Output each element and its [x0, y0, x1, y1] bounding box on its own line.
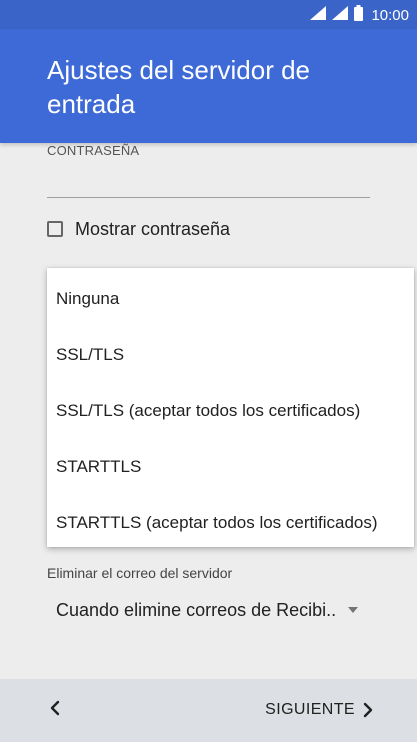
- app-bar: Ajustes del servidor de entrada: [0, 29, 417, 143]
- dropdown-option-starttls-all-certs[interactable]: STARTTLS (aceptar todos los certificados…: [47, 495, 414, 551]
- settings-form: CONTRASEÑA Mostrar contraseña Ninguna SS…: [0, 143, 417, 679]
- dropdown-option-ssl-tls[interactable]: SSL/TLS: [47, 327, 414, 383]
- show-password-checkbox[interactable]: [47, 221, 63, 237]
- next-button-label: SIGUIENTE: [265, 701, 355, 718]
- delete-mail-select[interactable]: Cuando elimine correos de Recibi..: [56, 596, 376, 624]
- security-type-dropdown: Ninguna SSL/TLS SSL/TLS (aceptar todos l…: [47, 268, 414, 547]
- password-field[interactable]: [47, 197, 370, 198]
- status-time: 10:00: [371, 6, 409, 24]
- status-bar: 10:00: [0, 0, 417, 29]
- show-password-toggle[interactable]: Mostrar contraseña: [47, 216, 230, 242]
- dropdown-caret-icon: [348, 607, 359, 613]
- battery-icon: [354, 4, 364, 26]
- delete-mail-value: Cuando elimine correos de Recibi..: [56, 599, 337, 620]
- next-button[interactable]: SIGUIENTE: [265, 695, 373, 725]
- status-icons: 10:00: [310, 4, 409, 26]
- chevron-right-icon: [363, 702, 373, 718]
- dropdown-option-ninguna[interactable]: Ninguna: [47, 271, 414, 327]
- wifi-icon: [310, 5, 327, 25]
- bottom-navigation-bar: SIGUIENTE: [0, 679, 417, 742]
- chevron-left-icon: [50, 700, 60, 721]
- signal-icon: [332, 5, 349, 25]
- dropdown-option-ssl-tls-all-certs[interactable]: SSL/TLS (aceptar todos los certificados): [47, 383, 414, 439]
- delete-mail-label: Eliminar el correo del servidor: [47, 565, 233, 581]
- password-label: CONTRASEÑA: [47, 143, 140, 158]
- page-title: Ajustes del servidor de entrada: [47, 55, 311, 119]
- back-button[interactable]: [40, 695, 70, 725]
- dropdown-option-starttls[interactable]: STARTTLS: [47, 439, 414, 495]
- show-password-label: Mostrar contraseña: [75, 218, 231, 239]
